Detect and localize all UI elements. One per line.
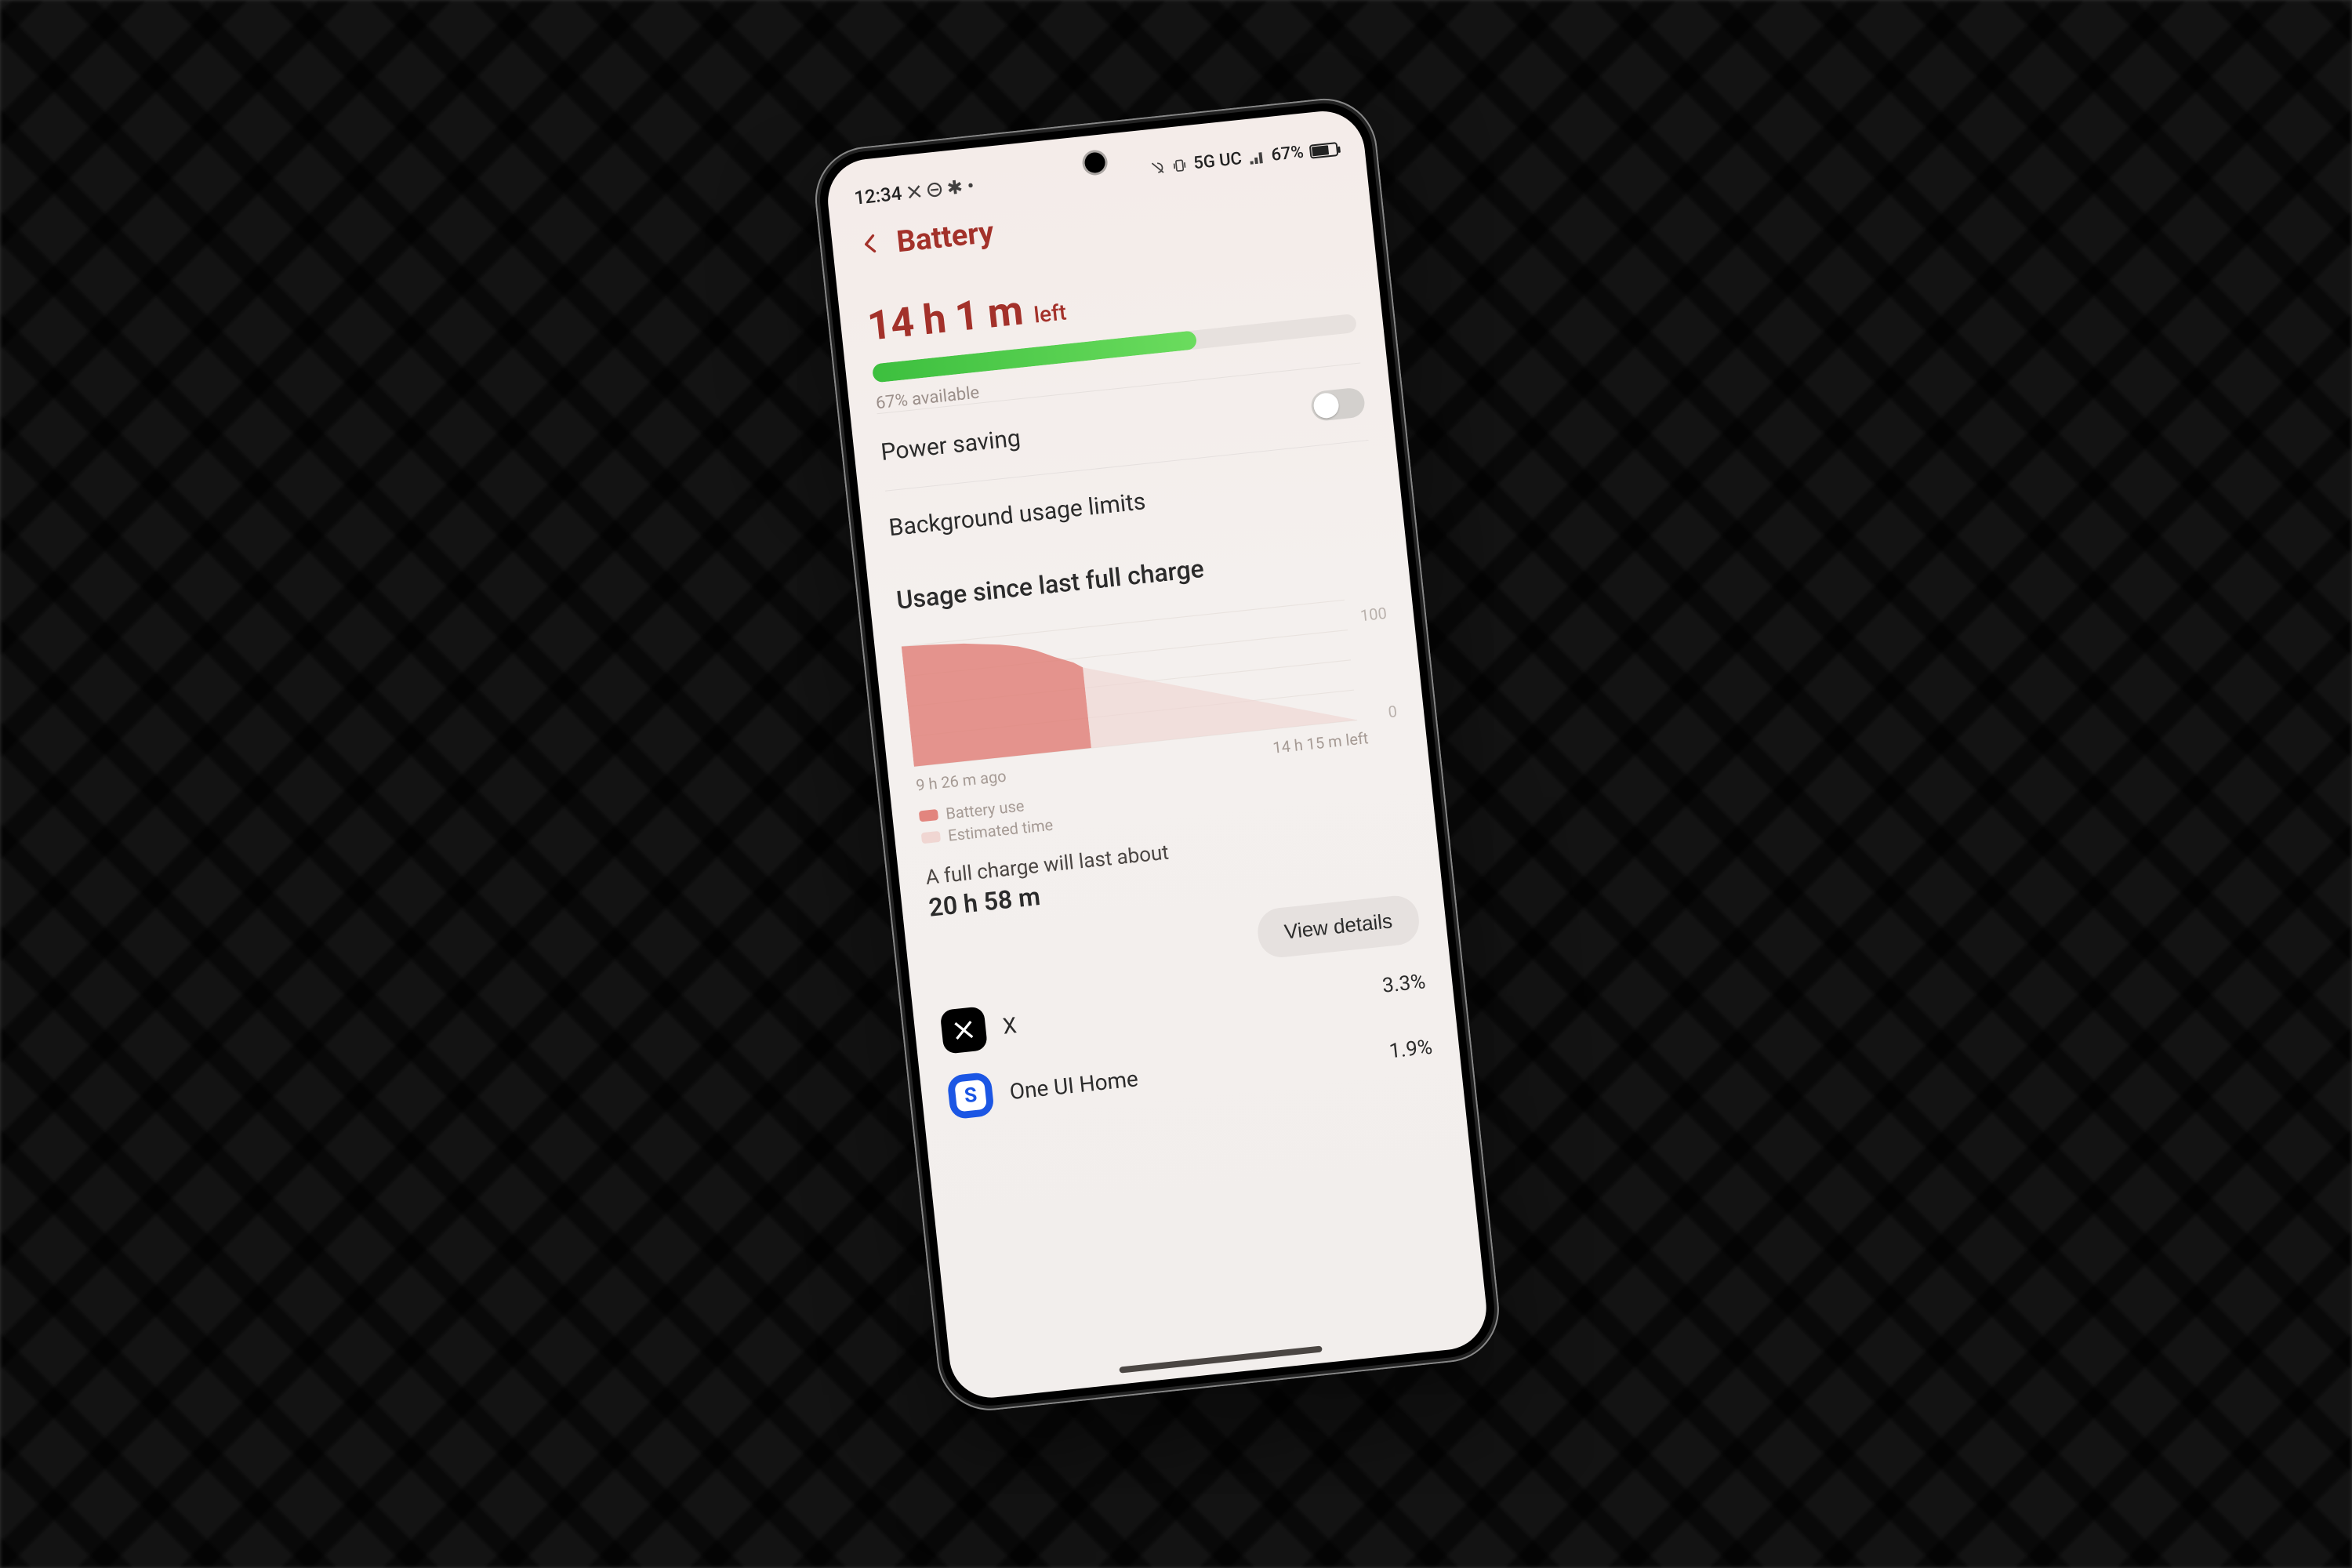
app-name: One UI Home (1008, 1065, 1139, 1105)
asterisk-icon: ✱ (946, 176, 964, 199)
nav-handle[interactable] (1119, 1345, 1322, 1373)
power-saving-label: Power saving (880, 424, 1022, 466)
vibrate-icon (1171, 157, 1189, 174)
x-app-icon (906, 183, 923, 201)
phone-screen: 12:34 ✱ • 5G UC (824, 107, 1490, 1402)
swatch-use-icon (919, 809, 938, 822)
do-not-disturb-icon (926, 181, 943, 198)
app-pct: 1.9% (1388, 1036, 1433, 1064)
network-label: 5G UC (1192, 149, 1243, 173)
main-content: 14 h 1 m left 67% available Power saving… (836, 218, 1462, 1127)
app-name: X (1001, 1012, 1018, 1040)
x-icon (940, 1006, 989, 1054)
remaining-suffix: left (1033, 299, 1068, 328)
one-ui-home-icon: S (946, 1072, 995, 1120)
bg-usage-limits-label: Background usage limits (887, 488, 1147, 542)
back-icon[interactable] (858, 230, 884, 260)
more-dot-icon: • (966, 175, 975, 198)
page-title: Battery (895, 216, 996, 260)
remaining-time: 14 h 1 m (866, 286, 1025, 350)
swatch-est-icon (921, 831, 941, 844)
app-usage-list: X 3.3% S One UI Home 1.9% (938, 942, 1435, 1124)
app-pct: 3.3% (1381, 970, 1427, 998)
status-time: 12:34 (853, 183, 902, 209)
alarm-off-icon (1149, 159, 1167, 176)
signal-icon (1247, 148, 1266, 165)
power-saving-toggle[interactable] (1310, 387, 1367, 422)
chart-y-top: 100 (1359, 604, 1388, 625)
chart-y-bottom: 0 (1387, 702, 1398, 721)
battery-pct: 67% (1270, 143, 1305, 165)
battery-icon (1309, 142, 1339, 159)
